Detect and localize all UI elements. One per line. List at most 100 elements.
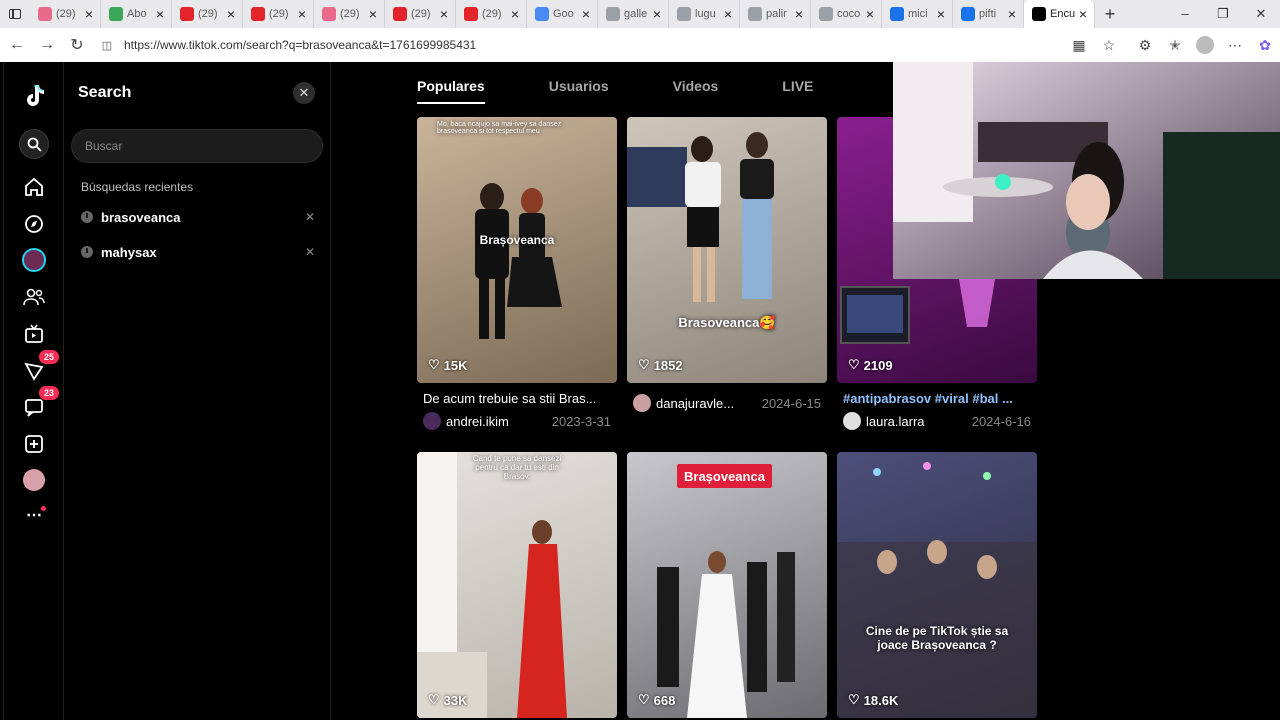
messages-icon[interactable]: 23 xyxy=(19,386,59,422)
site-info-icon[interactable]: ◫ xyxy=(98,39,116,52)
like-count: ♡ 33K xyxy=(428,692,468,708)
tab-actions-icon[interactable] xyxy=(0,0,30,28)
tab-close-icon[interactable]: × xyxy=(508,6,522,22)
browser-tab[interactable]: lugu × xyxy=(669,0,740,28)
video-title-tag: Brașoveanca xyxy=(677,464,772,488)
remove-recent-icon[interactable]: ✕ xyxy=(305,210,315,224)
tab-close-icon[interactable]: × xyxy=(792,6,806,22)
extensions-icon[interactable]: ⚙ xyxy=(1130,37,1160,54)
tab-title: (29) xyxy=(198,8,218,20)
tab-close-icon[interactable]: × xyxy=(1076,6,1090,22)
tab-close-icon[interactable]: × xyxy=(366,6,380,22)
browser-tab[interactable]: Encu × xyxy=(1024,0,1095,28)
browser-tab[interactable]: (29) × xyxy=(243,0,314,28)
favorite-star-icon[interactable]: ☆ xyxy=(1094,37,1124,54)
inbox-icon[interactable]: 25 xyxy=(19,350,59,386)
tab-usuarios[interactable]: Usuarios xyxy=(549,62,609,102)
author-name[interactable]: laura.larra xyxy=(866,414,925,429)
browser-tab[interactable]: (29) × xyxy=(385,0,456,28)
browser-tab[interactable]: (29) × xyxy=(456,0,527,28)
more-menu-icon[interactable]: ⋯ xyxy=(1220,37,1250,54)
tab-close-icon[interactable]: × xyxy=(153,6,167,22)
tab-close-icon[interactable]: × xyxy=(437,6,451,22)
tab-favicon-icon xyxy=(180,7,194,21)
browser-tab[interactable]: coco × xyxy=(811,0,882,28)
close-icon[interactable]: ✕ xyxy=(293,82,315,104)
tab-close-icon[interactable]: × xyxy=(82,6,96,22)
tab-close-icon[interactable]: × xyxy=(295,6,309,22)
video-thumbnail[interactable]: Cand te pune sa dansezi pentru ca dar tu… xyxy=(417,452,617,718)
video-card[interactable]: Cine de pe TikTok știe sa joace Brașovea… xyxy=(837,452,1037,718)
browser-tab[interactable]: Goo × xyxy=(527,0,598,28)
video-thumbnail[interactable]: Brașoveanca ♡ 668 xyxy=(627,452,827,718)
url-field[interactable]: ◫ https://www.tiktok.com/search?q=brasov… xyxy=(98,32,1122,58)
back-icon[interactable]: ← xyxy=(2,36,32,54)
profile-avatar[interactable] xyxy=(1196,36,1214,54)
close-window-icon[interactable]: ✕ xyxy=(1242,6,1280,22)
video-thumbnail[interactable]: Mo, baca ncajujo sa mai-ivey sa dansez b… xyxy=(417,117,617,383)
browser-tab[interactable]: mici × xyxy=(882,0,953,28)
search-panel-title: Search xyxy=(78,84,132,101)
browser-tab[interactable]: (29) × xyxy=(172,0,243,28)
tab-close-icon[interactable]: × xyxy=(721,6,735,22)
tab-favicon-icon xyxy=(322,7,336,21)
remove-recent-icon[interactable]: ✕ xyxy=(305,245,315,259)
post-date: 2024-6-15 xyxy=(761,395,821,411)
tab-videos[interactable]: Videos xyxy=(673,62,719,102)
home-icon[interactable] xyxy=(19,172,49,202)
tiktok-logo-icon[interactable] xyxy=(19,80,49,110)
browser-tab[interactable]: palir × xyxy=(740,0,811,28)
app-available-icon[interactable]: ▦ xyxy=(1064,37,1094,54)
video-card[interactable]: Cand te pune sa dansezi pentru ca dar tu… xyxy=(417,452,617,718)
video-figures xyxy=(837,462,1037,718)
following-icon[interactable] xyxy=(19,282,49,312)
browser-tab[interactable]: (29) × xyxy=(314,0,385,28)
minimize-icon[interactable]: – xyxy=(1166,6,1204,22)
copilot-icon[interactable]: ✿ xyxy=(1250,37,1280,54)
tab-close-icon[interactable]: × xyxy=(650,6,664,22)
browser-tab[interactable]: pifti × xyxy=(953,0,1024,28)
search-input[interactable] xyxy=(71,129,323,163)
author-name[interactable]: danajuravle... xyxy=(656,396,734,411)
video-card[interactable]: Mo, baca ncajujo sa mai-ivey sa dansez b… xyxy=(417,117,617,430)
tab-populares[interactable]: Populares xyxy=(417,62,485,104)
author-avatar[interactable] xyxy=(423,412,441,430)
live-avatar-icon[interactable] xyxy=(19,245,49,275)
upload-icon[interactable] xyxy=(19,429,49,459)
recent-search-item[interactable]: mahysax ✕ xyxy=(81,240,315,264)
author-name[interactable]: andrei.ikim xyxy=(446,414,509,429)
search-icon[interactable] xyxy=(19,129,49,159)
maximize-icon[interactable]: ❐ xyxy=(1204,6,1242,22)
favorites-icon[interactable]: ✭ xyxy=(1160,37,1190,54)
video-thumbnail[interactable]: Brasoveanca🥰 ♡ 1852 xyxy=(627,117,827,383)
profile-avatar-icon[interactable] xyxy=(19,465,49,495)
tab-favicon-icon xyxy=(890,7,904,21)
recent-search-item[interactable]: brasoveanca ✕ xyxy=(81,205,315,229)
tab-title: (29) xyxy=(56,8,76,20)
live-tv-icon[interactable] xyxy=(19,319,49,349)
video-caption[interactable]: De acum trebuie sa stii Bras... xyxy=(417,391,617,406)
tab-close-icon[interactable]: × xyxy=(934,6,948,22)
video-caption[interactable]: #antipabrasov #viral #bal ... xyxy=(837,391,1037,406)
like-count: ♡ 668 xyxy=(638,692,675,708)
new-tab-button[interactable]: + xyxy=(1095,4,1125,25)
video-card[interactable]: Brașoveanca ♡ 668 xyxy=(627,452,827,718)
tab-live[interactable]: LIVE xyxy=(782,62,813,102)
explore-icon[interactable] xyxy=(19,209,49,239)
video-card[interactable]: Brasoveanca🥰 ♡ 1852 danajuravle... 2024-6… xyxy=(627,117,827,412)
author-avatar[interactable] xyxy=(633,394,651,412)
tab-title: Abo xyxy=(127,8,147,20)
forward-icon[interactable]: → xyxy=(32,36,62,54)
browser-tab[interactable]: (29) × xyxy=(30,0,101,28)
author-avatar[interactable] xyxy=(843,412,861,430)
video-figures xyxy=(657,551,795,718)
more-icon[interactable]: ⋯ xyxy=(19,500,49,530)
reload-icon[interactable]: ↻ xyxy=(62,35,92,55)
tab-close-icon[interactable]: × xyxy=(1005,6,1019,22)
browser-tab[interactable]: Abo × xyxy=(101,0,172,28)
browser-tab[interactable]: galle × xyxy=(598,0,669,28)
tab-close-icon[interactable]: × xyxy=(579,6,593,22)
video-thumbnail[interactable]: Cine de pe TikTok știe sa joace Brașovea… xyxy=(837,452,1037,718)
tab-close-icon[interactable]: × xyxy=(224,6,238,22)
tab-close-icon[interactable]: × xyxy=(863,6,877,22)
